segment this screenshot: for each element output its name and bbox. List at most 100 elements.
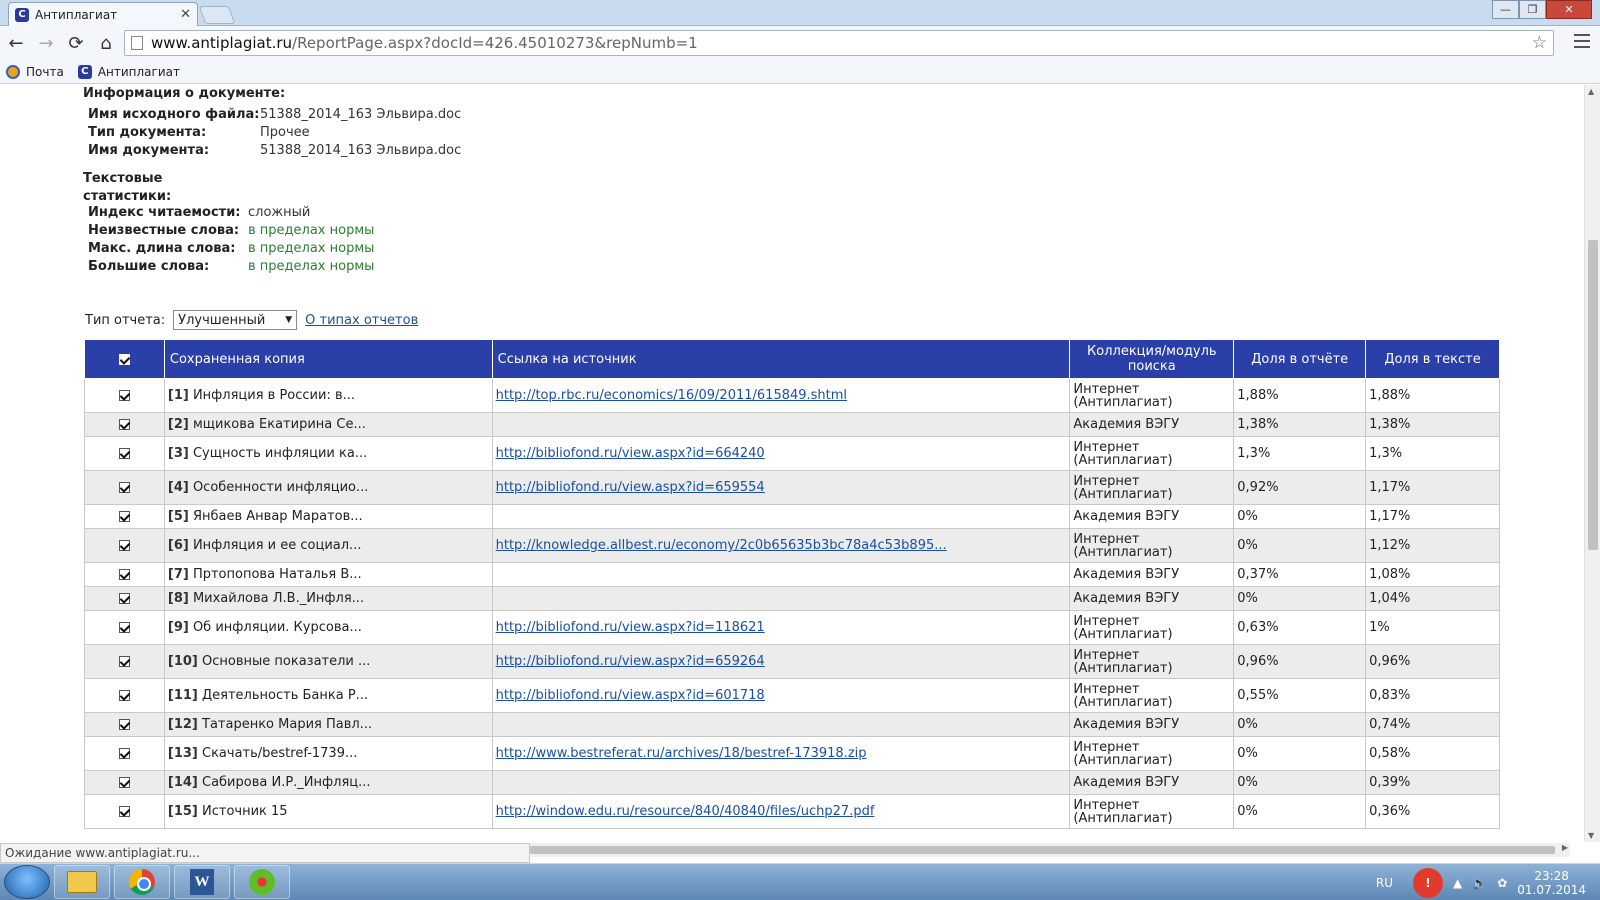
- table-row: [6] Инфляция и ее социал... http://knowle…: [84, 528, 1500, 563]
- saved-copy-cell[interactable]: [14] Сабирова И.Р._Инфляц...: [163, 770, 493, 795]
- row-select-cell: [84, 770, 165, 795]
- stat-value: сложный: [248, 205, 311, 220]
- clock[interactable]: 23:28 01.07.2014: [1517, 869, 1586, 897]
- bookmark-antiplagiat[interactable]: C Антиплагиат: [77, 64, 180, 79]
- row-checkbox[interactable]: [118, 748, 130, 759]
- taskbar-chrome[interactable]: [114, 865, 170, 899]
- horizontal-scroll-thumb[interactable]: [530, 846, 1555, 854]
- collection-line: (Антиплагиат): [1073, 394, 1173, 410]
- collection-line: (Антиплагиат): [1073, 660, 1173, 676]
- row-checkbox[interactable]: [118, 540, 130, 551]
- horizontal-scrollbar[interactable]: ▶: [530, 843, 1570, 857]
- row-select-cell: [84, 412, 165, 437]
- url-path: /ReportPage.aspx?docId=426.45010273&repN…: [292, 34, 698, 52]
- source-link[interactable]: http://bibliofond.ru/view.aspx?id=664240: [496, 446, 765, 461]
- bookmark-star-icon[interactable]: ☆: [1532, 33, 1547, 53]
- source-link[interactable]: http://bibliofond.ru/view.aspx?id=118621: [496, 620, 765, 635]
- show-hidden-icons-icon[interactable]: ▲: [1453, 876, 1462, 890]
- saved-copy-cell[interactable]: [9] Об инфляции. Курсова...: [163, 610, 493, 645]
- row-checkbox[interactable]: [118, 690, 130, 701]
- row-checkbox[interactable]: [118, 622, 130, 633]
- row-checkbox[interactable]: [118, 482, 130, 493]
- saved-copy-cell[interactable]: [2] мщикова Екатирина Се...: [163, 412, 493, 437]
- saved-copy-cell[interactable]: [1] Инфляция в России: в...: [163, 378, 493, 413]
- about-report-types-link[interactable]: О типах отчетов: [305, 313, 418, 328]
- bookmark-pochta[interactable]: Почта: [6, 64, 64, 79]
- row-checkbox[interactable]: [118, 448, 130, 459]
- row-checkbox[interactable]: [118, 806, 130, 817]
- language-indicator[interactable]: RU: [1376, 876, 1393, 890]
- report-type-select[interactable]: Улучшенный ▼: [173, 310, 298, 330]
- collection-line: (Антиплагиат): [1073, 752, 1173, 768]
- scroll-down-icon[interactable]: ▼: [1588, 831, 1594, 840]
- source-link[interactable]: http://bibliofond.ru/view.aspx?id=659554: [496, 480, 765, 495]
- restore-icon[interactable]: ❐: [1519, 0, 1546, 19]
- report-share-cell: 0,96%: [1233, 644, 1367, 679]
- row-checkbox[interactable]: [118, 511, 130, 522]
- saved-copy-cell[interactable]: [10] Основные показатели ...: [163, 644, 493, 679]
- row-checkbox[interactable]: [118, 777, 130, 788]
- text-share-cell: 1,12%: [1365, 528, 1500, 563]
- row-checkbox[interactable]: [118, 656, 130, 667]
- source-title: Скачать/bestref-1739...: [202, 746, 358, 761]
- close-window-icon[interactable]: ✕: [1546, 0, 1592, 19]
- vertical-scroll-thumb[interactable]: [1588, 240, 1598, 550]
- saved-copy-cell[interactable]: [3] Сущность инфляции ка...: [163, 436, 493, 471]
- chrome-menu-icon[interactable]: [1574, 34, 1590, 48]
- source-link[interactable]: http://bibliofond.ru/view.aspx?id=659264: [496, 654, 765, 669]
- source-link[interactable]: http://knowledge.allbest.ru/economy/2c0b…: [496, 538, 947, 553]
- select-all-checkbox[interactable]: [118, 353, 130, 365]
- forward-icon[interactable]: →: [32, 29, 60, 57]
- network-icon[interactable]: ✿: [1497, 876, 1507, 890]
- new-tab-button[interactable]: [198, 6, 236, 24]
- source-link[interactable]: http://window.edu.ru/resource/840/40840/…: [496, 804, 875, 819]
- home-icon[interactable]: ⌂: [92, 29, 120, 57]
- saved-copy-cell[interactable]: [5] Янбаев Анвар Маратов...: [163, 504, 493, 529]
- select-all-header: [84, 339, 165, 379]
- tab-close-icon[interactable]: ✕: [180, 7, 191, 22]
- source-link-cell: http://knowledge.allbest.ru/economy/2c0b…: [491, 528, 1071, 563]
- row-checkbox[interactable]: [118, 419, 130, 430]
- saved-copy-cell[interactable]: [13] Скачать/bestref-1739...: [163, 736, 493, 771]
- source-link[interactable]: http://bibliofond.ru/view.aspx?id=601718: [496, 688, 765, 703]
- scroll-up-icon[interactable]: ▲: [1588, 87, 1594, 96]
- source-index: [14]: [167, 775, 198, 790]
- taskbar-word[interactable]: W: [174, 865, 230, 899]
- vertical-scrollbar[interactable]: ▲ ▼: [1584, 85, 1600, 842]
- row-select-cell: [84, 586, 165, 611]
- saved-copy-cell[interactable]: [7] Пртопопова Наталья В...: [163, 562, 493, 587]
- volume-icon[interactable]: 🔈: [1472, 876, 1487, 890]
- table-row: [3] Сущность инфляции ка... http://biblio…: [84, 436, 1500, 471]
- source-link[interactable]: http://www.bestreferat.ru/archives/18/be…: [496, 746, 867, 761]
- taskbar-explorer[interactable]: [54, 865, 110, 899]
- saved-copy-cell[interactable]: [12] Татаренко Мария Павл...: [163, 712, 493, 737]
- browser-toolbar: ← → ⟳ ⌂ www.antiplagiat.ru/ReportPage.as…: [0, 26, 1600, 60]
- text-share-cell: 1,17%: [1365, 504, 1500, 529]
- row-checkbox[interactable]: [118, 593, 130, 604]
- start-button[interactable]: [4, 865, 50, 899]
- table-row: [7] Пртопопова Наталья В... Академия ВЭГУ…: [84, 562, 1500, 587]
- alert-icon[interactable]: !: [1413, 867, 1444, 898]
- bookmark-label: Почта: [26, 64, 64, 79]
- row-checkbox[interactable]: [118, 569, 130, 580]
- tab-antiplagiat[interactable]: C Антиплагиат ✕: [8, 2, 198, 26]
- saved-copy-cell[interactable]: [4] Особенности инфляцио...: [163, 470, 493, 505]
- text-share-cell: 0,74%: [1365, 712, 1500, 737]
- folder-icon: [67, 871, 97, 893]
- source-link[interactable]: http://top.rbc.ru/economics/16/09/2011/6…: [496, 388, 847, 403]
- source-title: Об инфляции. Курсова...: [192, 620, 362, 635]
- saved-copy-cell[interactable]: [15] Источник 15: [163, 794, 493, 829]
- scroll-right-icon[interactable]: ▶: [1562, 843, 1568, 852]
- row-checkbox[interactable]: [118, 719, 130, 730]
- address-bar[interactable]: www.antiplagiat.ru/ReportPage.aspx?docId…: [124, 30, 1554, 56]
- reload-icon[interactable]: ⟳: [62, 29, 90, 57]
- taskbar-icq[interactable]: [234, 865, 290, 899]
- back-icon[interactable]: ←: [2, 29, 30, 57]
- row-checkbox[interactable]: [118, 390, 130, 401]
- saved-copy-cell[interactable]: [6] Инфляция и ее социал...: [163, 528, 493, 563]
- saved-copy-cell[interactable]: [11] Деятельность Банка Р...: [163, 678, 493, 713]
- collection-cell: Интернет (Антиплагиат): [1069, 678, 1235, 713]
- minimize-icon[interactable]: —: [1492, 0, 1519, 19]
- saved-copy-cell[interactable]: [8] Михайлова Л.В._Инфля...: [163, 586, 493, 611]
- table-row: [14] Сабирова И.Р._Инфляц... Академия ВЭГ…: [84, 770, 1500, 795]
